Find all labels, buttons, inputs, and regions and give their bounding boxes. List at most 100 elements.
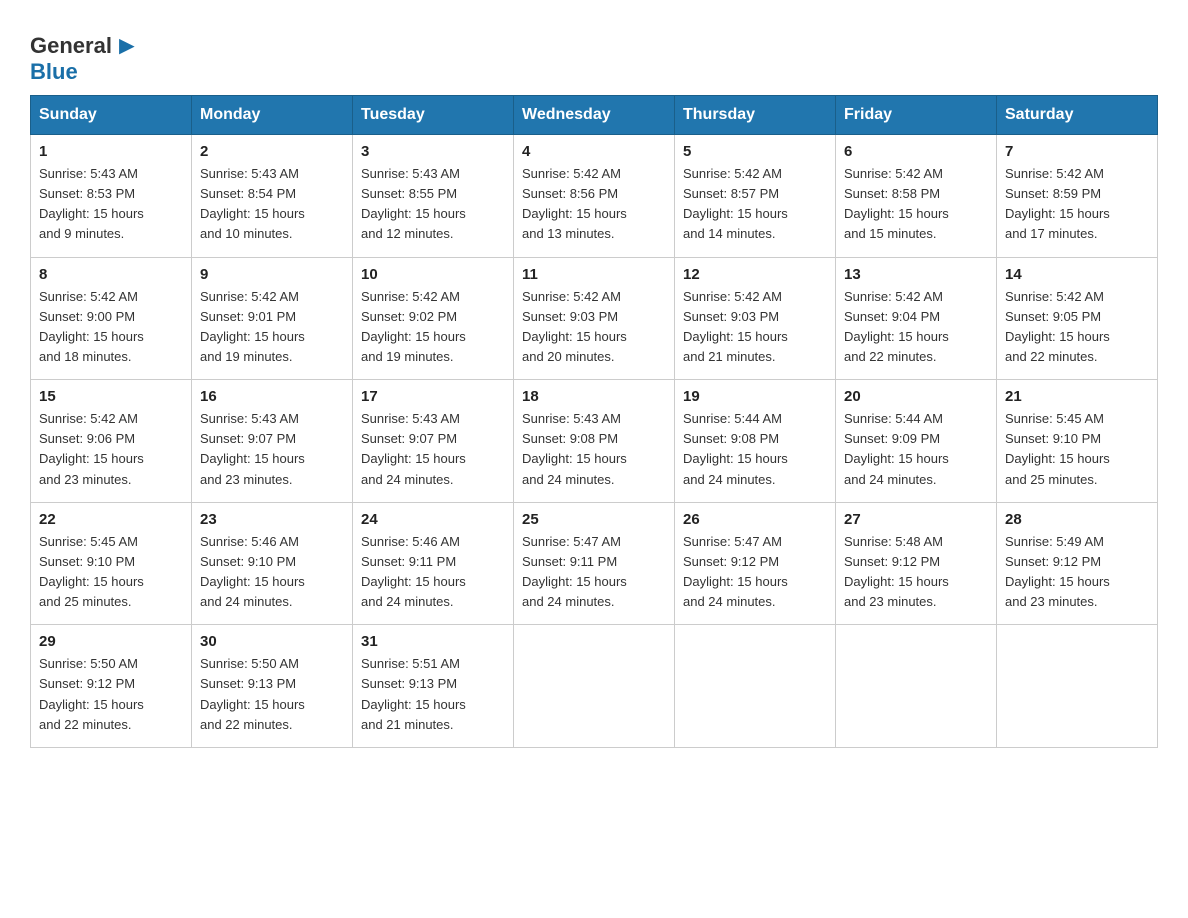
day-number: 31	[361, 633, 505, 650]
day-number: 3	[361, 143, 505, 160]
day-number: 6	[844, 143, 988, 160]
calendar-day-28: 28 Sunrise: 5:49 AMSunset: 9:12 PMDayligh…	[997, 502, 1158, 625]
logo-blue-text: Blue	[30, 59, 78, 85]
day-number: 9	[200, 266, 344, 283]
day-number: 20	[844, 388, 988, 405]
empty-cell	[836, 625, 997, 748]
day-number: 16	[200, 388, 344, 405]
day-number: 29	[39, 633, 183, 650]
calendar-day-2: 2 Sunrise: 5:43 AMSunset: 8:54 PMDaylight…	[192, 135, 353, 258]
day-number: 28	[1005, 511, 1149, 528]
day-info: Sunrise: 5:43 AMSunset: 8:55 PMDaylight:…	[361, 164, 505, 245]
calendar-day-27: 27 Sunrise: 5:48 AMSunset: 9:12 PMDayligh…	[836, 502, 997, 625]
weekday-header-thursday: Thursday	[675, 96, 836, 135]
day-info: Sunrise: 5:50 AMSunset: 9:12 PMDaylight:…	[39, 654, 183, 735]
calendar-day-14: 14 Sunrise: 5:42 AMSunset: 9:05 PMDayligh…	[997, 257, 1158, 380]
day-number: 5	[683, 143, 827, 160]
weekday-header-friday: Friday	[836, 96, 997, 135]
calendar-day-30: 30 Sunrise: 5:50 AMSunset: 9:13 PMDayligh…	[192, 625, 353, 748]
day-info: Sunrise: 5:44 AMSunset: 9:09 PMDaylight:…	[844, 409, 988, 490]
day-number: 18	[522, 388, 666, 405]
day-info: Sunrise: 5:43 AMSunset: 9:08 PMDaylight:…	[522, 409, 666, 490]
day-number: 8	[39, 266, 183, 283]
calendar-day-23: 23 Sunrise: 5:46 AMSunset: 9:10 PMDayligh…	[192, 502, 353, 625]
day-info: Sunrise: 5:42 AMSunset: 8:58 PMDaylight:…	[844, 164, 988, 245]
day-info: Sunrise: 5:42 AMSunset: 8:56 PMDaylight:…	[522, 164, 666, 245]
day-info: Sunrise: 5:47 AMSunset: 9:11 PMDaylight:…	[522, 532, 666, 613]
day-number: 12	[683, 266, 827, 283]
day-info: Sunrise: 5:42 AMSunset: 9:05 PMDaylight:…	[1005, 287, 1149, 368]
calendar-day-11: 11 Sunrise: 5:42 AMSunset: 9:03 PMDayligh…	[514, 257, 675, 380]
day-info: Sunrise: 5:42 AMSunset: 9:01 PMDaylight:…	[200, 287, 344, 368]
day-info: Sunrise: 5:45 AMSunset: 9:10 PMDaylight:…	[39, 532, 183, 613]
day-info: Sunrise: 5:42 AMSunset: 9:06 PMDaylight:…	[39, 409, 183, 490]
day-number: 13	[844, 266, 988, 283]
calendar-day-31: 31 Sunrise: 5:51 AMSunset: 9:13 PMDayligh…	[353, 625, 514, 748]
day-number: 22	[39, 511, 183, 528]
day-info: Sunrise: 5:43 AMSunset: 9:07 PMDaylight:…	[200, 409, 344, 490]
calendar-day-1: 1Sunrise: 5:43 AMSunset: 8:53 PMDaylight…	[31, 135, 192, 258]
weekday-header-sunday: Sunday	[31, 96, 192, 135]
calendar-day-4: 4 Sunrise: 5:42 AMSunset: 8:56 PMDaylight…	[514, 135, 675, 258]
calendar-table: SundayMondayTuesdayWednesdayThursdayFrid…	[30, 95, 1158, 748]
day-info: Sunrise: 5:45 AMSunset: 9:10 PMDaylight:…	[1005, 409, 1149, 490]
weekday-header-tuesday: Tuesday	[353, 96, 514, 135]
day-number: 23	[200, 511, 344, 528]
day-info: Sunrise: 5:46 AMSunset: 9:10 PMDaylight:…	[200, 532, 344, 613]
day-info: Sunrise: 5:42 AMSunset: 9:00 PMDaylight:…	[39, 287, 183, 368]
day-info: Sunrise: 5:51 AMSunset: 9:13 PMDaylight:…	[361, 654, 505, 735]
day-number: 26	[683, 511, 827, 528]
day-number: 21	[1005, 388, 1149, 405]
calendar-day-15: 15 Sunrise: 5:42 AMSunset: 9:06 PMDayligh…	[31, 380, 192, 503]
page-header: General ► Blue	[30, 30, 1158, 85]
day-number: 15	[39, 388, 183, 405]
logo-general-text: General	[30, 33, 112, 59]
calendar-day-22: 22 Sunrise: 5:45 AMSunset: 9:10 PMDayligh…	[31, 502, 192, 625]
calendar-day-6: 6 Sunrise: 5:42 AMSunset: 8:58 PMDaylight…	[836, 135, 997, 258]
logo-arrow-icon: ►	[114, 30, 140, 61]
day-number: 2	[200, 143, 344, 160]
day-info: Sunrise: 5:42 AMSunset: 9:03 PMDaylight:…	[522, 287, 666, 368]
empty-cell	[514, 625, 675, 748]
calendar-week-1: 1Sunrise: 5:43 AMSunset: 8:53 PMDaylight…	[31, 135, 1158, 258]
weekday-header-monday: Monday	[192, 96, 353, 135]
calendar-day-24: 24Sunrise: 5:46 AMSunset: 9:11 PMDayligh…	[353, 502, 514, 625]
day-info: Sunrise: 5:44 AMSunset: 9:08 PMDaylight:…	[683, 409, 827, 490]
calendar-day-18: 18 Sunrise: 5:43 AMSunset: 9:08 PMDayligh…	[514, 380, 675, 503]
day-number: 27	[844, 511, 988, 528]
day-info: Sunrise: 5:43 AMSunset: 8:54 PMDaylight:…	[200, 164, 344, 245]
day-info: Sunrise: 5:50 AMSunset: 9:13 PMDaylight:…	[200, 654, 344, 735]
calendar-day-7: 7Sunrise: 5:42 AMSunset: 8:59 PMDaylight…	[997, 135, 1158, 258]
day-info: Sunrise: 5:42 AMSunset: 8:59 PMDaylight:…	[1005, 164, 1149, 245]
day-info: Sunrise: 5:49 AMSunset: 9:12 PMDaylight:…	[1005, 532, 1149, 613]
calendar-day-20: 20 Sunrise: 5:44 AMSunset: 9:09 PMDayligh…	[836, 380, 997, 503]
calendar-day-29: 29 Sunrise: 5:50 AMSunset: 9:12 PMDayligh…	[31, 625, 192, 748]
day-number: 11	[522, 266, 666, 283]
calendar-week-5: 29 Sunrise: 5:50 AMSunset: 9:12 PMDayligh…	[31, 625, 1158, 748]
day-number: 4	[522, 143, 666, 160]
calendar-day-3: 3 Sunrise: 5:43 AMSunset: 8:55 PMDaylight…	[353, 135, 514, 258]
weekday-header-wednesday: Wednesday	[514, 96, 675, 135]
calendar-day-12: 12Sunrise: 5:42 AMSunset: 9:03 PMDayligh…	[675, 257, 836, 380]
calendar-day-21: 21 Sunrise: 5:45 AMSunset: 9:10 PMDayligh…	[997, 380, 1158, 503]
day-info: Sunrise: 5:42 AMSunset: 9:04 PMDaylight:…	[844, 287, 988, 368]
weekday-header-saturday: Saturday	[997, 96, 1158, 135]
day-number: 17	[361, 388, 505, 405]
day-info: Sunrise: 5:42 AMSunset: 9:02 PMDaylight:…	[361, 287, 505, 368]
calendar-day-16: 16 Sunrise: 5:43 AMSunset: 9:07 PMDayligh…	[192, 380, 353, 503]
day-info: Sunrise: 5:43 AMSunset: 9:07 PMDaylight:…	[361, 409, 505, 490]
calendar-week-3: 15 Sunrise: 5:42 AMSunset: 9:06 PMDayligh…	[31, 380, 1158, 503]
empty-cell	[675, 625, 836, 748]
calendar-day-13: 13 Sunrise: 5:42 AMSunset: 9:04 PMDayligh…	[836, 257, 997, 380]
day-number: 1	[39, 143, 183, 160]
calendar-day-25: 25 Sunrise: 5:47 AMSunset: 9:11 PMDayligh…	[514, 502, 675, 625]
calendar-week-4: 22 Sunrise: 5:45 AMSunset: 9:10 PMDayligh…	[31, 502, 1158, 625]
day-info: Sunrise: 5:42 AMSunset: 8:57 PMDaylight:…	[683, 164, 827, 245]
day-number: 25	[522, 511, 666, 528]
day-info: Sunrise: 5:46 AMSunset: 9:11 PMDaylight:…	[361, 532, 505, 613]
day-number: 14	[1005, 266, 1149, 283]
day-number: 30	[200, 633, 344, 650]
calendar-day-17: 17 Sunrise: 5:43 AMSunset: 9:07 PMDayligh…	[353, 380, 514, 503]
day-number: 10	[361, 266, 505, 283]
day-info: Sunrise: 5:48 AMSunset: 9:12 PMDaylight:…	[844, 532, 988, 613]
